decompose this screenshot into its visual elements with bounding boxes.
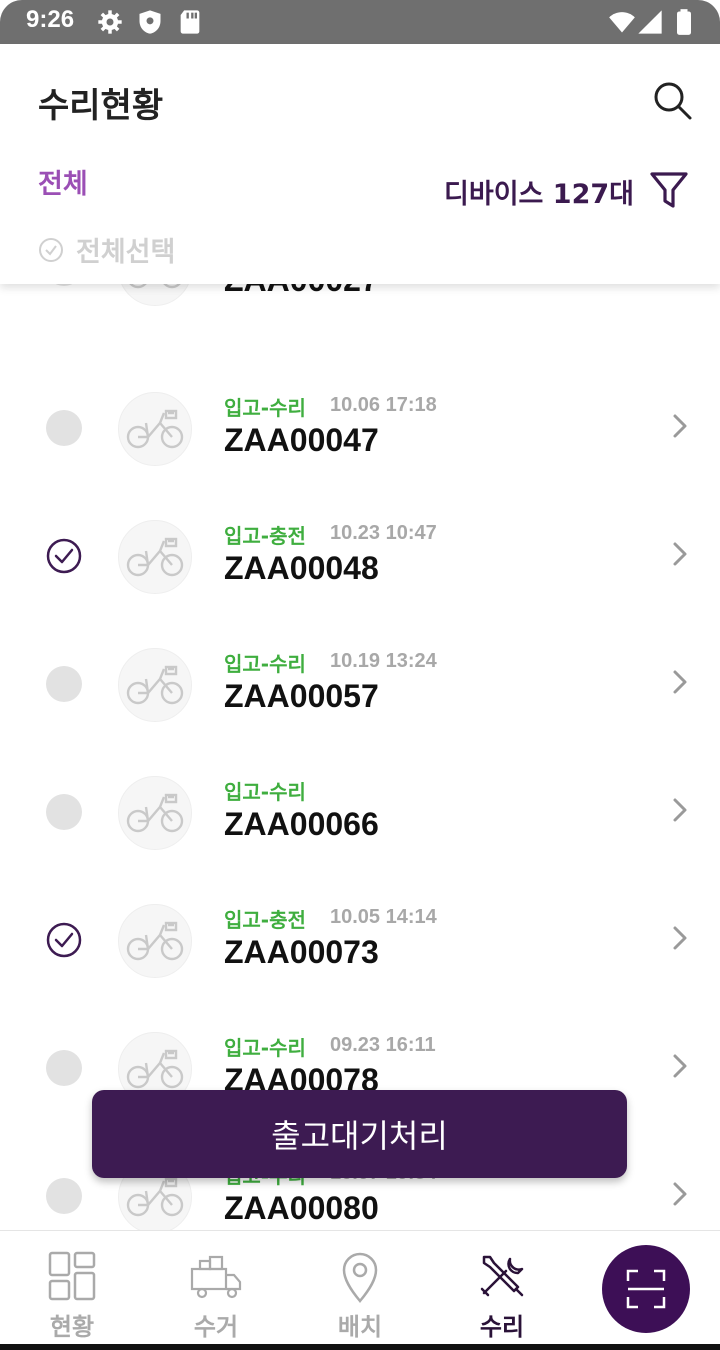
checked-circle-icon xyxy=(46,922,82,958)
check-circle-icon xyxy=(39,237,63,262)
search-icon[interactable] xyxy=(650,78,694,122)
bicycle-icon xyxy=(126,793,184,833)
sd-card-icon xyxy=(180,10,200,34)
row-select-radio[interactable] xyxy=(46,1050,82,1086)
row-select-radio[interactable] xyxy=(46,1178,82,1214)
filter-funnel-icon[interactable] xyxy=(648,168,690,212)
tools-icon xyxy=(480,1255,524,1297)
location-pin-icon xyxy=(342,1252,378,1303)
row-select-radio[interactable] xyxy=(46,666,82,702)
row-time: 10.23 10:47 xyxy=(330,522,437,544)
select-all-label: 전체선택 xyxy=(76,237,176,268)
nav-item-collect[interactable]: 수거 xyxy=(144,1231,288,1350)
bike-thumbnail xyxy=(118,520,192,594)
row-device-id: ZAA00047 xyxy=(224,422,379,458)
row-device-id: ZAA00073 xyxy=(224,934,379,970)
list-item[interactable]: 입고-수리 10.06 17:18 ZAA00047 xyxy=(0,364,720,492)
bicycle-icon xyxy=(126,537,184,577)
row-select-radio[interactable] xyxy=(46,794,82,830)
page-title: 수리현황 xyxy=(38,86,164,126)
row-time: 10.05 14:14 xyxy=(330,906,437,928)
nav-item-deploy[interactable]: 배치 xyxy=(288,1231,432,1350)
nav-label: 현황 xyxy=(49,1313,95,1341)
nav-label: 수리 xyxy=(479,1313,525,1341)
dashboard-icon xyxy=(48,1251,96,1301)
status-time: 9:26 xyxy=(26,6,75,33)
row-status: 입고-수리 xyxy=(224,396,306,420)
bike-thumbnail xyxy=(118,904,192,978)
row-device-id: ZAA00057 xyxy=(224,678,379,714)
device-bottom-edge xyxy=(0,1344,720,1350)
checked-circle-icon xyxy=(46,538,82,574)
nav-label: 수거 xyxy=(193,1313,239,1341)
row-time: 10.19 13:24 xyxy=(330,650,437,672)
bike-thumbnail xyxy=(118,776,192,850)
device-list[interactable]: ZAA00027 입고-수리 10.06 17:18 ZAA00047 xyxy=(0,284,720,1230)
row-status: 입고-충전 xyxy=(224,908,306,932)
chevron-right-icon[interactable] xyxy=(668,1176,692,1212)
chevron-right-icon[interactable] xyxy=(668,536,692,572)
row-status: 입고-수리 xyxy=(224,780,306,804)
release-pending-button[interactable]: 출고대기처리 xyxy=(92,1090,627,1178)
app-header: 수리현황 전체 디바이스 127대 전체선택 xyxy=(0,44,720,284)
chevron-right-icon[interactable] xyxy=(668,920,692,956)
list-item[interactable]: ZAA00027 xyxy=(0,284,720,332)
nav-label: 배치 xyxy=(337,1313,383,1341)
bicycle-icon xyxy=(129,284,181,289)
nav-item-repair[interactable]: 수리 xyxy=(430,1231,574,1350)
list-item[interactable]: 입고-수리 ZAA00066 xyxy=(0,748,720,876)
row-time: 09.23 16:11 xyxy=(330,1034,436,1056)
row-device-id: ZAA00080 xyxy=(224,1190,379,1226)
row-select-radio[interactable] xyxy=(46,922,82,958)
row-device-id: ZAA00066 xyxy=(224,806,379,842)
row-select-radio[interactable] xyxy=(46,284,82,286)
bicycle-icon xyxy=(126,921,184,961)
list-item[interactable]: 입고-충전 10.05 14:14 ZAA00073 xyxy=(0,876,720,1004)
row-status: 입고-수리 xyxy=(224,652,306,676)
scan-button[interactable] xyxy=(602,1245,690,1333)
list-item[interactable]: 입고-수리 10.19 13:24 ZAA00057 xyxy=(0,620,720,748)
bike-thumbnail xyxy=(118,648,192,722)
nav-item-status[interactable]: 현황 xyxy=(0,1231,144,1350)
battery-icon xyxy=(677,9,691,35)
tab-all[interactable]: 전체 xyxy=(38,162,88,201)
bicycle-icon xyxy=(126,665,184,705)
bicycle-icon xyxy=(126,1049,184,1089)
list-item[interactable]: 입고-충전 10.23 10:47 ZAA00048 xyxy=(0,492,720,620)
row-status: 입고-수리 xyxy=(224,1036,306,1060)
bike-thumbnail xyxy=(118,284,192,306)
settings-gear-icon xyxy=(98,10,122,34)
chevron-right-icon[interactable] xyxy=(668,1048,692,1084)
status-bar: 9:26 xyxy=(0,0,720,44)
row-status: 입고-충전 xyxy=(224,524,306,548)
row-select-radio[interactable] xyxy=(46,538,82,574)
row-select-radio[interactable] xyxy=(46,410,82,446)
bike-thumbnail xyxy=(118,392,192,466)
shield-icon xyxy=(139,10,161,34)
signal-icon xyxy=(638,10,662,34)
device-count: 디바이스 127대 xyxy=(444,179,634,210)
bicycle-icon xyxy=(126,1177,184,1217)
row-device-id: ZAA00027 xyxy=(224,284,379,299)
chevron-right-icon[interactable] xyxy=(668,408,692,444)
bicycle-icon xyxy=(126,409,184,449)
qr-scan-icon xyxy=(626,1269,666,1309)
bottom-nav: 현황 수거 배치 수리 xyxy=(0,1230,720,1350)
select-all-toggle[interactable]: 전체선택 xyxy=(38,230,175,269)
row-device-id: ZAA00048 xyxy=(224,550,379,586)
chevron-right-icon[interactable] xyxy=(668,792,692,828)
chevron-right-icon[interactable] xyxy=(668,664,692,700)
truck-icon xyxy=(190,1255,242,1299)
wifi-icon xyxy=(609,12,635,33)
row-time: 10.06 17:18 xyxy=(330,394,437,416)
